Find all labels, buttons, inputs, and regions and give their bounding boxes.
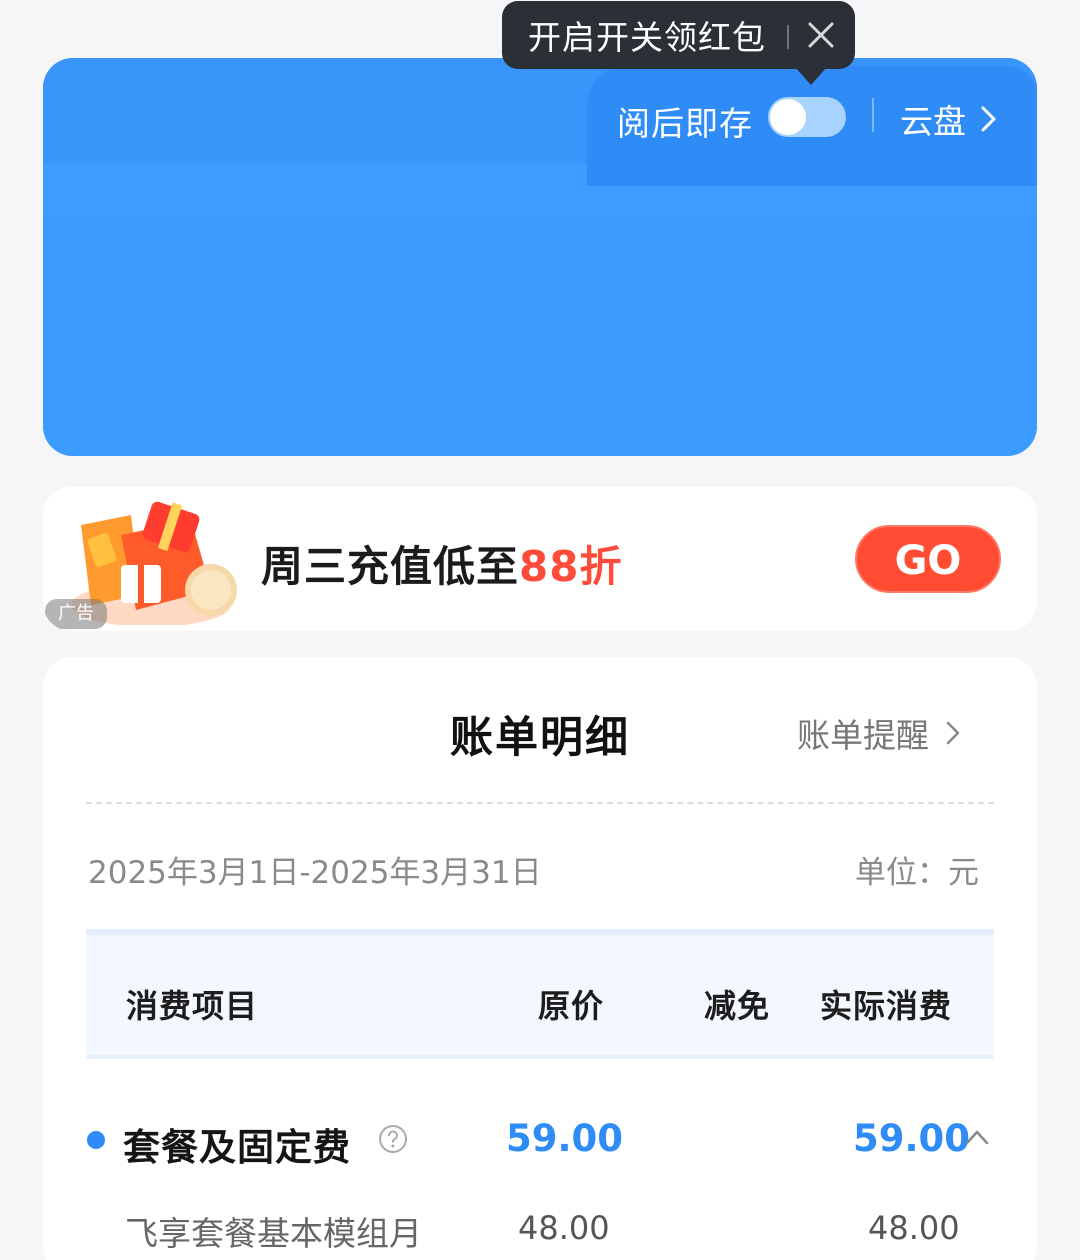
header-card xyxy=(43,58,1037,456)
row-actual: 48.00 xyxy=(868,1209,960,1247)
header-body xyxy=(43,218,1037,456)
toggle-knob xyxy=(770,99,806,135)
chevron-right-icon xyxy=(946,721,960,745)
help-icon[interactable] xyxy=(377,1123,409,1155)
ad-banner[interactable]: 广告 周三充值低至88折 GO xyxy=(43,487,1037,631)
auto-save-label: 阅后即存 xyxy=(617,104,753,143)
row-original: 59.00 xyxy=(506,1117,624,1160)
chevron-up-icon[interactable] xyxy=(963,1127,991,1147)
column-actual: 实际消费 xyxy=(820,987,953,1025)
auto-save-toggle[interactable] xyxy=(768,97,846,137)
column-item: 消费项目 xyxy=(126,987,259,1025)
billing-period: 2025年3月1日-2025年3月31日 xyxy=(88,855,542,891)
currency-unit: 单位：元 xyxy=(855,855,979,891)
chevron-right-icon xyxy=(981,106,996,132)
cloud-drive-label: 云盘 xyxy=(900,102,966,141)
ad-title: 周三充值低至88折 xyxy=(261,533,622,594)
ad-title-highlight: 88折 xyxy=(519,542,623,591)
cloud-drive-link[interactable]: 云盘 xyxy=(900,95,1000,143)
row-actual: 59.00 xyxy=(853,1117,971,1160)
header-divider xyxy=(872,98,874,132)
close-icon[interactable] xyxy=(805,19,837,51)
ad-title-prefix: 周三充值低至 xyxy=(261,542,520,591)
tooltip-text: 开启开关领红包 xyxy=(528,18,766,57)
ad-badge: 广告 xyxy=(45,599,107,629)
column-original: 原价 xyxy=(538,987,605,1025)
column-discount: 减免 xyxy=(704,987,771,1025)
tooltip-divider xyxy=(787,25,789,49)
dashed-divider xyxy=(86,802,994,804)
row-name: 飞享套餐基本模组月 xyxy=(125,1214,422,1253)
reward-tooltip: 开启开关领红包 xyxy=(502,1,855,85)
bill-reminder-link[interactable]: 账单提醒 xyxy=(797,709,963,757)
go-button[interactable]: GO xyxy=(855,525,1001,593)
bill-reminder-label: 账单提醒 xyxy=(797,716,929,755)
table-row[interactable]: 套餐及固定费 59.00 59.00 xyxy=(43,1115,1037,1175)
row-name: 套餐及固定费 xyxy=(123,1126,351,1169)
row-original: 48.00 xyxy=(518,1209,610,1247)
table-row: 飞享套餐基本模组月 48.00 48.00 xyxy=(43,1205,1037,1255)
tooltip-arrow xyxy=(795,67,827,85)
table-header: 消费项目 原价 减免 实际消费 xyxy=(86,929,994,1059)
bullet-dot xyxy=(87,1131,105,1149)
bill-detail-card: 账单明细 账单提醒 2025年3月1日-2025年3月31日 单位：元 消费项目… xyxy=(43,657,1037,1260)
